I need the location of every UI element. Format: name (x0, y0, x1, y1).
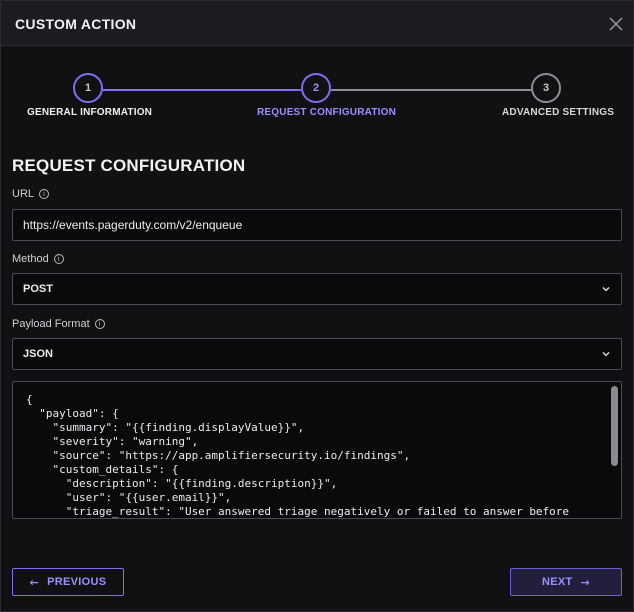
chevron-down-icon (602, 352, 610, 357)
modal-header: CUSTOM ACTION (1, 1, 633, 46)
step-3-indicator[interactable]: 3 (531, 73, 561, 103)
method-select[interactable]: POST (12, 273, 622, 305)
info-icon[interactable]: i (39, 189, 50, 199)
step-2-label: REQUEST CONFIGURATION (257, 107, 397, 118)
step-3-label: ADVANCED SETTINGS (502, 107, 615, 118)
next-button-label: NEXT (541, 576, 573, 588)
payload-format-label-text: Payload Format (12, 318, 90, 330)
previous-button-label: PREVIOUS (47, 576, 107, 588)
payload-format-select-value: JSON (23, 348, 53, 360)
payload-code: { "payload": { "summary": "{{finding.dis… (26, 393, 570, 518)
previous-button[interactable]: ← PREVIOUS (12, 568, 124, 596)
payload-format-label: Payload Format i (12, 318, 105, 330)
arrow-right-icon: → (580, 575, 591, 589)
url-input[interactable]: https://events.pagerduty.com/v2/enqueue (12, 209, 622, 241)
payload-scrollbar[interactable] (611, 386, 618, 466)
close-icon[interactable] (607, 15, 625, 33)
step-1-indicator[interactable]: 1 (73, 73, 103, 103)
method-label-text: Method (12, 253, 49, 265)
custom-action-modal: CUSTOM ACTION 1 2 3 GENERAL INFORMATION … (0, 0, 634, 612)
next-button[interactable]: NEXT → (510, 568, 622, 596)
modal-title: CUSTOM ACTION (15, 16, 137, 32)
step-1-label: GENERAL INFORMATION (27, 107, 153, 118)
method-label: Method i (12, 253, 64, 265)
url-label-text: URL (12, 188, 35, 200)
payload-editor[interactable]: { "payload": { "summary": "{{finding.dis… (12, 381, 622, 519)
step-connector-pending (331, 89, 531, 91)
info-icon[interactable]: i (94, 319, 105, 329)
info-icon[interactable]: i (53, 254, 64, 264)
arrow-left-icon: ← (29, 575, 40, 589)
method-select-value: POST (23, 283, 53, 295)
step-connector-done (103, 89, 301, 91)
payload-format-select[interactable]: JSON (12, 338, 622, 370)
url-label: URL i (12, 188, 50, 200)
chevron-down-icon (602, 287, 610, 292)
section-title: REQUEST CONFIGURATION (12, 156, 246, 175)
step-2-indicator[interactable]: 2 (301, 73, 331, 103)
